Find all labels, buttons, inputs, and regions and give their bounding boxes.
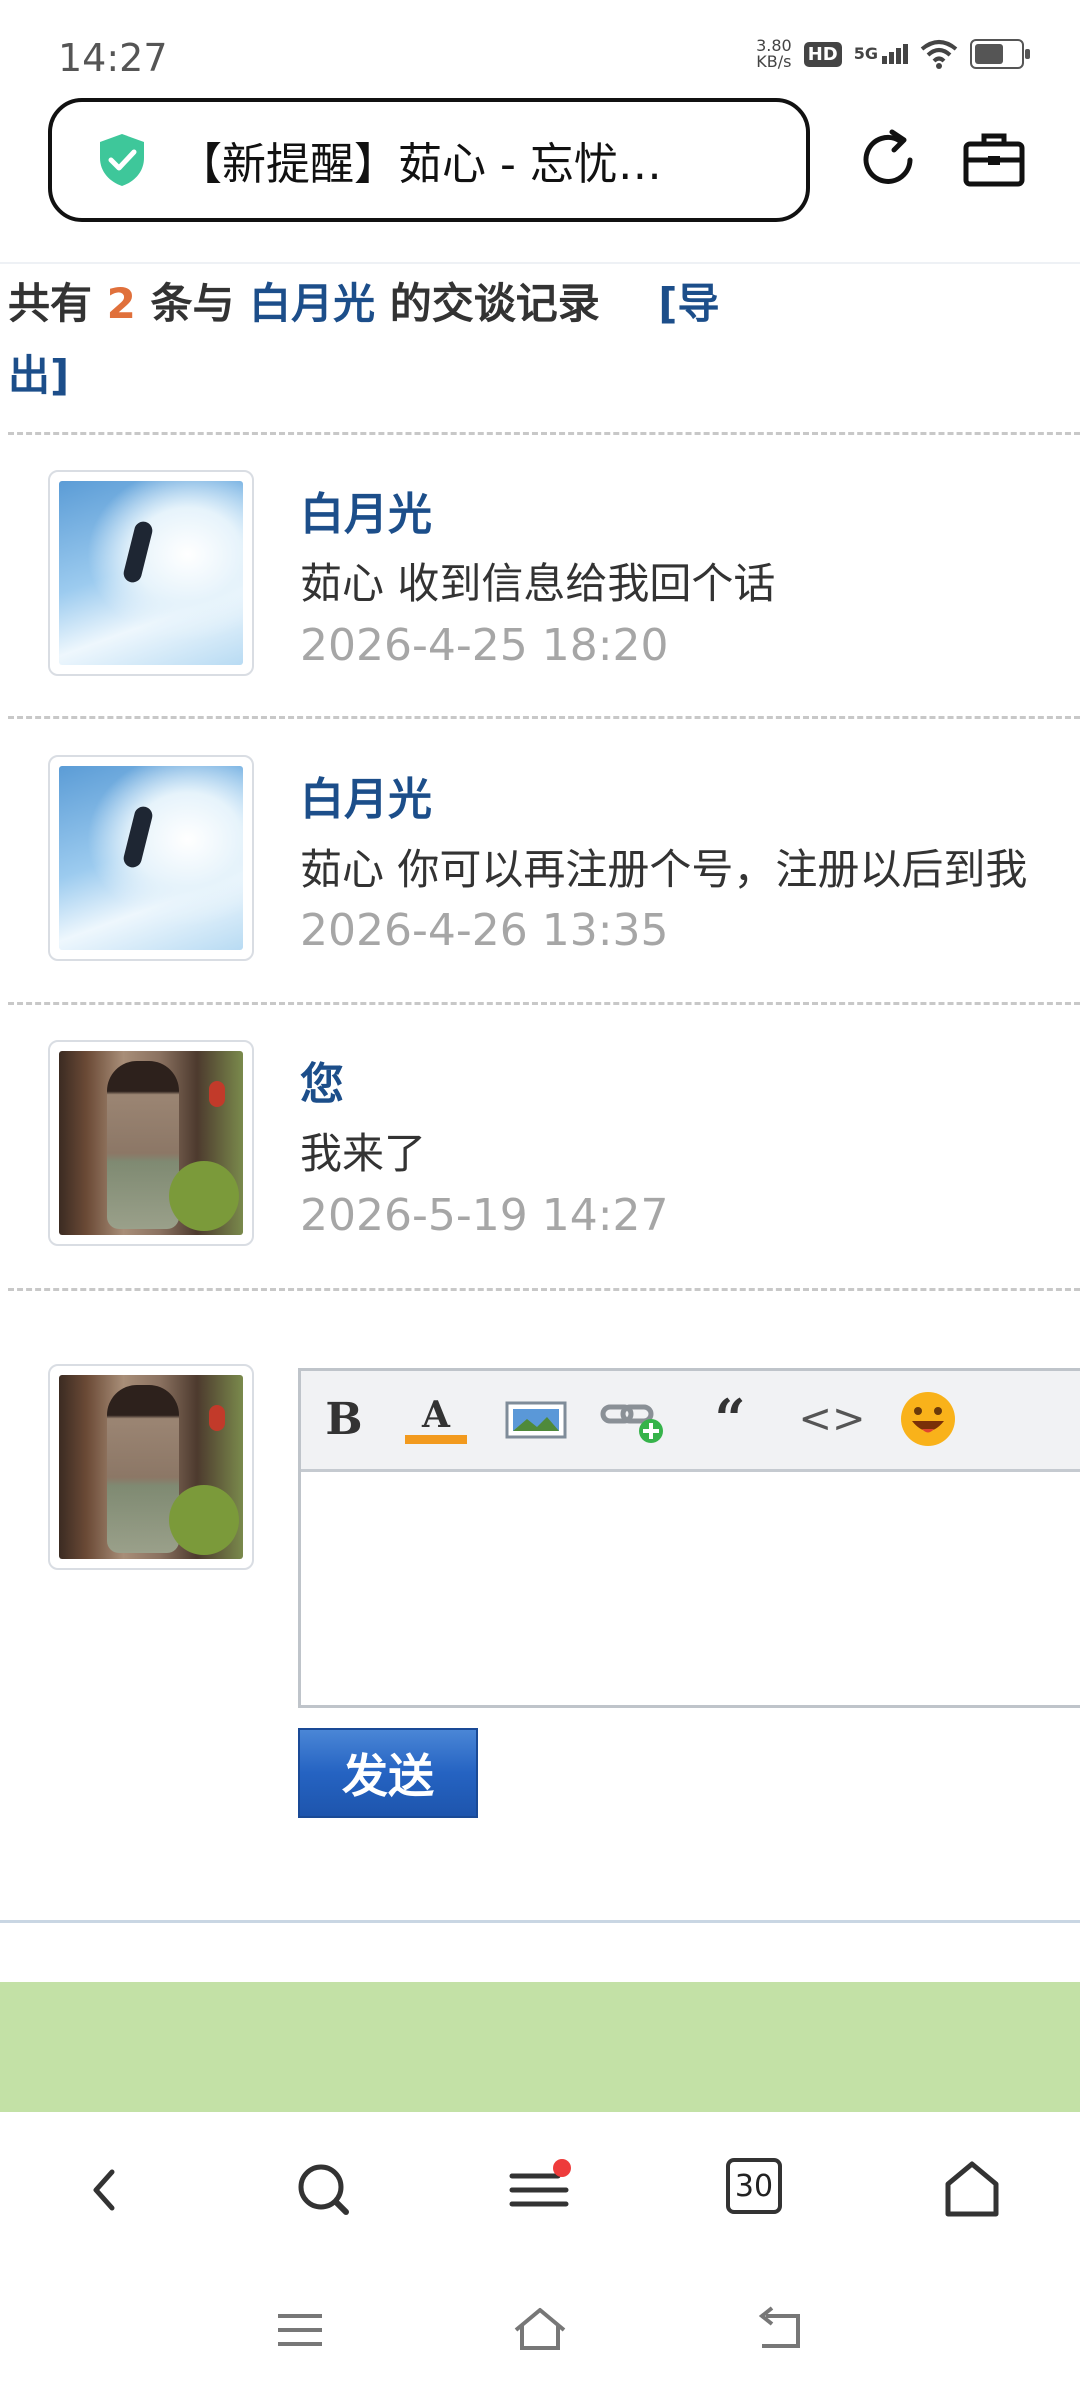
bold-button[interactable]: B bbox=[319, 1389, 369, 1449]
footer-divider bbox=[0, 1920, 1080, 1923]
conversation-summary: 共有 2 条与 白月光 的交谈记录 [导出] bbox=[8, 279, 720, 400]
editor-toolbar: B A “ <> bbox=[301, 1371, 1080, 1472]
divider bbox=[8, 1288, 1080, 1291]
tab-count: 30 bbox=[726, 2158, 782, 2214]
battery-icon bbox=[970, 39, 1030, 69]
message-sender[interactable]: 白月光 bbox=[300, 763, 432, 827]
browser-bottom-nav: 30 bbox=[0, 2112, 1080, 2262]
address-bar[interactable]: 【新提醒】茹心 - 忘忧… bbox=[48, 98, 810, 222]
code-button[interactable]: <> bbox=[798, 1389, 865, 1449]
editor-text-area[interactable] bbox=[301, 1472, 1080, 1705]
insert-link-icon[interactable] bbox=[599, 1389, 669, 1449]
hd-icon: HD bbox=[803, 41, 842, 67]
color-swatch bbox=[405, 1434, 467, 1444]
message-editor: B A “ <> bbox=[298, 1368, 1080, 1708]
page-title[interactable]: 【新提醒】茹心 - 忘忧… bbox=[178, 128, 738, 192]
recent-apps-icon[interactable] bbox=[272, 2302, 328, 2358]
divider bbox=[8, 432, 1080, 435]
emoji-icon[interactable] bbox=[897, 1389, 959, 1449]
briefcase-icon[interactable] bbox=[958, 124, 1030, 196]
avatar-image bbox=[59, 1051, 243, 1235]
avatar-image bbox=[59, 1375, 243, 1559]
status-bar: 14:27 3.80 KB/s HD 5G bbox=[0, 0, 1080, 96]
avatar-image bbox=[59, 766, 243, 950]
message-time: 2026-4-26 13:35 bbox=[300, 905, 669, 956]
header-divider bbox=[0, 262, 1080, 264]
reload-icon[interactable] bbox=[852, 124, 924, 196]
message-sender[interactable]: 白月光 bbox=[300, 478, 432, 542]
status-icons: 3.80 KB/s HD 5G bbox=[756, 36, 1030, 71]
notification-dot bbox=[553, 2159, 571, 2177]
status-time: 14:27 bbox=[58, 36, 168, 80]
wifi-icon bbox=[920, 40, 958, 69]
avatar-image bbox=[59, 481, 243, 665]
network-speed: 3.80 KB/s bbox=[756, 36, 792, 71]
system-nav-bar bbox=[0, 2262, 1080, 2388]
message-text: 茹心 收到信息给我回个话 bbox=[300, 559, 776, 608]
avatar[interactable] bbox=[48, 755, 254, 961]
message-sender: 您 bbox=[300, 1059, 344, 1110]
divider bbox=[8, 1002, 1080, 1005]
system-back-icon[interactable] bbox=[752, 2302, 808, 2358]
send-button[interactable]: 发送 bbox=[298, 1728, 478, 1818]
menu-icon[interactable] bbox=[508, 2158, 572, 2222]
message-time: 2026-4-25 18:20 bbox=[300, 620, 669, 671]
avatar[interactable] bbox=[48, 470, 254, 676]
tabs-button[interactable]: 30 bbox=[726, 2158, 790, 2222]
divider bbox=[8, 716, 1080, 719]
font-color-button[interactable]: A bbox=[405, 1389, 467, 1449]
message-text: 茹心 你可以再注册个号，注册以后到我 bbox=[300, 845, 1028, 894]
message-text: 我来了 bbox=[300, 1129, 427, 1178]
my-avatar bbox=[48, 1364, 254, 1570]
image-icon[interactable] bbox=[505, 1389, 567, 1449]
system-home-icon[interactable] bbox=[512, 2302, 568, 2358]
avatar[interactable] bbox=[48, 1040, 254, 1246]
quote-button[interactable]: “ bbox=[705, 1387, 755, 1451]
back-icon[interactable] bbox=[74, 2158, 138, 2222]
partner-name[interactable]: 白月光 bbox=[249, 279, 375, 328]
security-shield-icon bbox=[100, 134, 144, 186]
footer-banner bbox=[0, 1982, 1080, 2112]
signal-5g-icon: 5G bbox=[854, 44, 908, 64]
message-count: 2 bbox=[106, 279, 136, 328]
message-time: 2026-5-19 14:27 bbox=[300, 1190, 669, 1241]
home-icon[interactable] bbox=[940, 2158, 1004, 2222]
search-icon[interactable] bbox=[292, 2158, 356, 2222]
